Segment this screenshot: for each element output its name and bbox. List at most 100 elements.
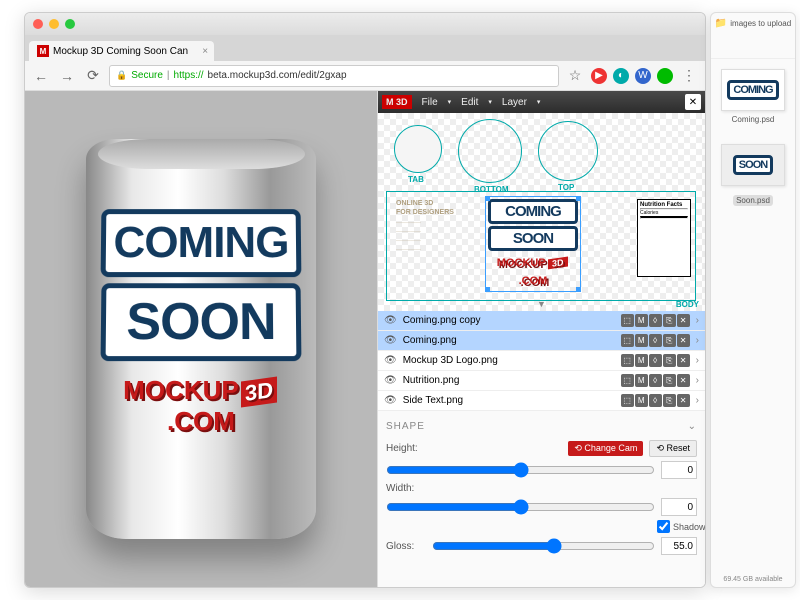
close-tab-icon[interactable]: × [202, 46, 208, 57]
reload-button[interactable]: ⟳ [83, 64, 103, 88]
ext-icon-1[interactable]: ▶ [591, 68, 607, 84]
expand-icon[interactable]: › [696, 395, 699, 406]
width-slider[interactable] [386, 499, 655, 515]
width-label: Width: [386, 483, 426, 494]
file-name: Coming.psd [719, 115, 787, 124]
finder-item[interactable]: SOON Soon.psd [711, 134, 795, 218]
secure-label: Secure [131, 70, 163, 81]
gloss-slider[interactable] [432, 538, 655, 554]
expand-icon[interactable]: › [696, 335, 699, 346]
visibility-icon[interactable]: 👁 [384, 335, 397, 346]
layer-name: Coming.png [403, 335, 615, 346]
layer-controls[interactable]: ⬚M◊⎘✕ [621, 394, 690, 407]
file-name: Soon.psd [733, 195, 773, 206]
close-traffic-light[interactable] [33, 19, 43, 29]
folder-name: images to upload [730, 19, 791, 28]
layer-controls[interactable]: ⬚M◊⎘✕ [621, 314, 690, 327]
lock-icon: 🔒 [116, 70, 127, 81]
finder-status: 69.45 GB available [711, 576, 795, 583]
app-badge: M 3D [382, 95, 412, 109]
visibility-icon[interactable]: 👁 [384, 355, 397, 366]
file-thumb: COMING [721, 69, 785, 111]
zoom-traffic-light[interactable] [65, 19, 75, 29]
browser-tab[interactable]: M Mockup 3D Coming Soon Can × [29, 41, 214, 61]
url-field[interactable]: 🔒 Secure | https://beta.mockup3d.com/edi… [109, 65, 559, 87]
nutrition-panel: Nutrition Facts Calories [637, 199, 691, 277]
uv-label-body: BODY [676, 300, 699, 309]
layer-name: Nutrition.png [403, 375, 615, 386]
label-coming: COMING [112, 218, 291, 268]
gloss-value[interactable] [661, 537, 697, 555]
app-content: COMING SOON MOCKUP3D.COM M 3D File▾ Edit… [25, 91, 705, 587]
layer-controls[interactable]: ⬚M◊⎘✕ [621, 334, 690, 347]
uv-bottom [458, 119, 522, 183]
logo-text: MOCKUP3D.COM [123, 375, 279, 436]
finder-toolbar [711, 33, 795, 59]
window-titlebar [25, 13, 705, 35]
shape-title: SHAPE [386, 421, 425, 432]
menu-edit[interactable]: Edit [453, 94, 486, 111]
url-prefix: https:// [174, 70, 204, 81]
collapse-icon[interactable]: ⌄ [688, 421, 697, 432]
can-label: COMING SOON MOCKUP3D.COM [101, 209, 301, 437]
change-cam-button[interactable]: ⟲ Change Cam [568, 441, 643, 456]
close-editor-icon[interactable]: ✕ [685, 94, 701, 110]
browser-window: M Mockup 3D Coming Soon Can × ← → ⟳ 🔒 Se… [24, 12, 706, 588]
finder-item[interactable]: COMING Coming.psd [711, 59, 795, 134]
expand-icon[interactable]: › [696, 355, 699, 366]
editor-menubar: M 3D File▾ Edit▾ Layer▾ ✕ [378, 91, 705, 113]
layers-panel: 👁Coming.png copy⬚M◊⎘✕›👁Coming.png⬚M◊⎘✕›👁… [378, 311, 705, 411]
menu-layer[interactable]: Layer [494, 94, 535, 111]
side-text: ONLINE 3DFOR DESIGNERS ─────────────────… [396, 199, 454, 256]
panel-grabber-icon[interactable]: ▼ [537, 299, 546, 309]
layer-controls[interactable]: ⬚M◊⎘✕ [621, 354, 690, 367]
expand-icon[interactable]: › [696, 315, 699, 326]
expand-icon[interactable]: › [696, 375, 699, 386]
layer-row[interactable]: 👁 Side Text.png ⬚M◊⎘✕ › [378, 391, 705, 411]
height-slider[interactable] [386, 462, 655, 478]
shadow-checkbox[interactable]: Shadow [657, 520, 697, 533]
can-top [98, 139, 305, 169]
ext-icon-2[interactable]: ◐ [613, 68, 629, 84]
favicon-icon: M [37, 45, 49, 57]
visibility-icon[interactable]: 👁 [384, 315, 397, 326]
width-value[interactable] [661, 498, 697, 516]
star-icon[interactable]: ☆ [565, 64, 585, 88]
tab-title: Mockup 3D Coming Soon Can [53, 46, 188, 57]
menu-icon[interactable]: ⋮ [679, 64, 699, 88]
folder-icon: 📁 [715, 18, 727, 29]
finder-window: 📁 images to upload COMINGComing.psdSOONS… [710, 12, 796, 588]
ext-icon-3[interactable]: W [635, 68, 651, 84]
coming-soon-layer[interactable]: COMING SOON MOCKUP3D.COM [488, 199, 578, 289]
uv-top [538, 121, 598, 181]
layer-name: Side Text.png [403, 395, 615, 406]
height-label: Height: [386, 443, 426, 454]
shape-panel: SHAPE ⌄ Height: ⟲ Change Cam ⟲ Reset Wid… [378, 411, 705, 587]
ext-icon-4[interactable] [657, 68, 673, 84]
back-button[interactable]: ← [31, 64, 51, 88]
minimize-traffic-light[interactable] [49, 19, 59, 29]
layer-name: Mockup 3D Logo.png [403, 355, 615, 366]
layer-row[interactable]: 👁 Mockup 3D Logo.png ⬚M◊⎘✕ › [378, 351, 705, 371]
visibility-icon[interactable]: 👁 [384, 375, 397, 386]
height-value[interactable] [661, 461, 697, 479]
layer-controls[interactable]: ⬚M◊⎘✕ [621, 374, 690, 387]
browser-tabbar: M Mockup 3D Coming Soon Can × [25, 35, 705, 61]
visibility-icon[interactable]: 👁 [384, 395, 397, 406]
uv-canvas[interactable]: TAB BOTTOM TOP BODY ONLINE 3DFOR DESIGNE… [378, 113, 705, 311]
layer-row[interactable]: 👁 Nutrition.png ⬚M◊⎘✕ › [378, 371, 705, 391]
file-thumb: SOON [721, 144, 785, 186]
editor-pane: M 3D File▾ Edit▾ Layer▾ ✕ TAB BOTTOM TOP… [377, 91, 705, 587]
layer-name: Coming.png copy [403, 315, 615, 326]
preview-pane: COMING SOON MOCKUP3D.COM [25, 91, 377, 587]
label-soon: SOON [112, 292, 291, 352]
layer-row[interactable]: 👁 Coming.png copy ⬚M◊⎘✕ › [378, 311, 705, 331]
layer-row[interactable]: 👁 Coming.png ⬚M◊⎘✕ › [378, 331, 705, 351]
uv-tab [394, 125, 442, 173]
uv-label-tab: TAB [408, 175, 424, 184]
reset-button[interactable]: ⟲ Reset [649, 440, 697, 457]
finder-header: 📁 images to upload [711, 13, 795, 33]
menu-file[interactable]: File [414, 94, 446, 111]
url-text: beta.mockup3d.com/edit/2gxap [208, 70, 347, 81]
forward-button[interactable]: → [57, 64, 77, 88]
